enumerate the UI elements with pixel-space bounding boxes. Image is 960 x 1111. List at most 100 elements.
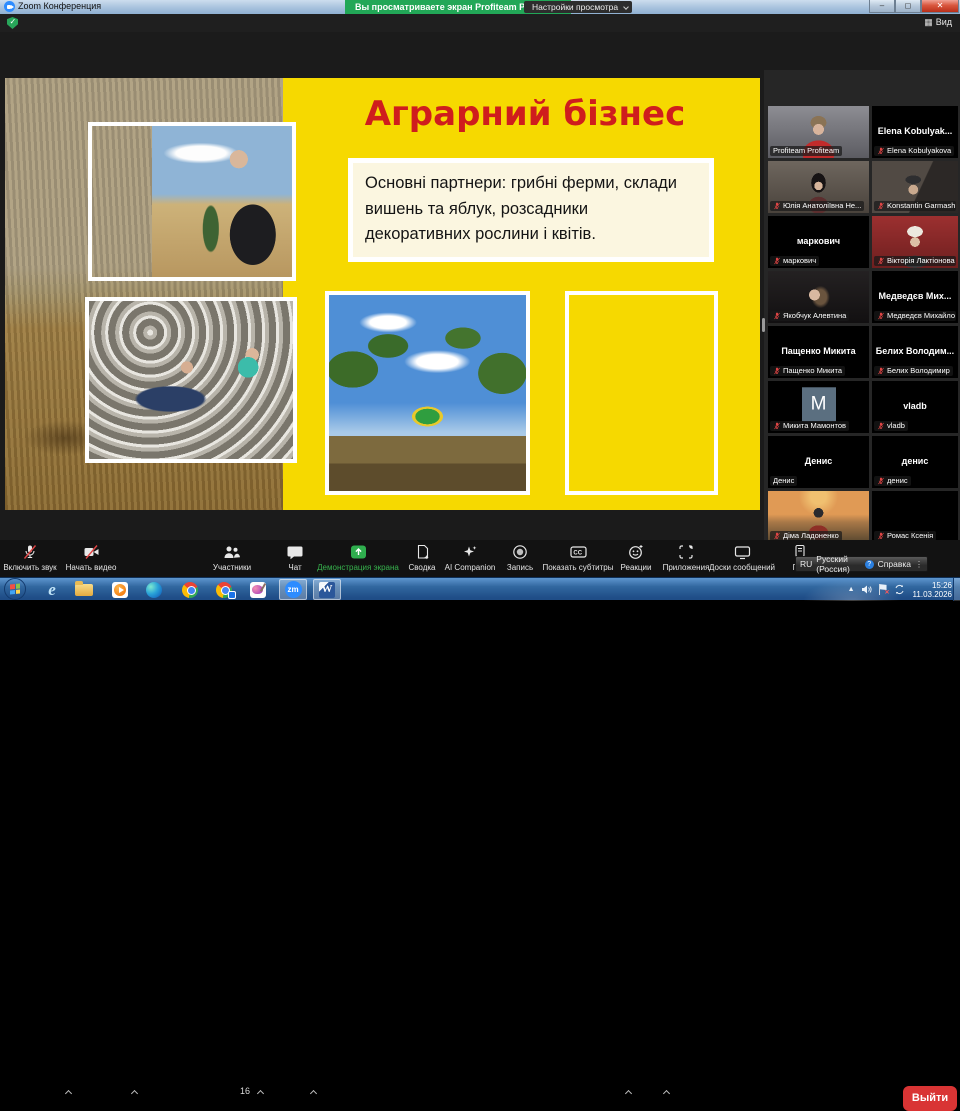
participants-count: 16 [240,1086,250,1096]
participant-tile-pashchenko[interactable]: Пащенко Микита Пащенко Микита [768,326,869,378]
participant-tile-markovich[interactable]: маркович маркович [768,216,869,268]
reactions-chevron[interactable] [664,1089,670,1095]
clock-time: 15:26 [932,581,952,590]
participant-tile-romas[interactable]: Ромас Ксенія [872,491,958,543]
participant-tile-mamontov[interactable]: M Микита Мамонтов [768,381,869,433]
participant-tile-yakobchuk[interactable]: Якобчук Алевтина [768,271,869,323]
muted-mic-icon [877,202,885,210]
minimize-button[interactable]: – [869,0,895,13]
participant-name-center: Медведєв Мих... [872,291,958,301]
video-options-chevron[interactable] [132,1089,138,1095]
participant-label: Elena Kobulyakova [887,146,951,156]
taskbar-paint[interactable] [244,579,272,600]
taskbar-internet-explorer[interactable]: e [38,579,66,600]
help-icon[interactable]: ? [865,560,874,569]
participant-name-center: Пащенко Микита [768,346,869,356]
captions-chevron[interactable] [626,1089,632,1095]
muted-mic-icon [877,312,885,320]
taskbar-word-active[interactable]: W [313,579,341,600]
girl-planting-photo [88,122,296,281]
share-screen-button[interactable]: Демонстрация экрана [312,543,404,575]
taskbar-chrome-profile[interactable] [210,579,238,600]
start-button[interactable] [4,578,26,600]
security-shield-icon[interactable] [7,17,18,29]
participant-tile-konstantin[interactable]: Konstantin Garmash [872,161,958,213]
language-code[interactable]: RU [800,559,812,569]
help-label[interactable]: Справка [878,559,911,569]
panel-scrollbar[interactable] [762,318,765,332]
start-video-button[interactable]: Начать видео [59,543,123,575]
internet-explorer-icon: e [48,580,56,600]
show-desktop-button[interactable] [953,578,960,601]
muted-mic-icon [773,367,781,375]
ai-companion-button[interactable]: AI Companion [435,543,505,575]
ai-companion-label: AI Companion [435,563,505,572]
participant-tile-dima[interactable]: Діма Ладоненко [768,491,869,543]
participants-button[interactable]: Участники [200,543,264,575]
participant-tile-vladb[interactable]: vladb vladb [872,381,958,433]
participants-label: Участники [200,563,264,572]
windows-logo-icon [10,583,20,594]
mic-muted-icon [1,544,59,562]
grid-view-icon: ▦ [924,17,933,28]
participant-label: Юлія Анатоліївна Не... [783,201,861,211]
language-bar-menu-icon[interactable]: ⋮ [915,560,923,569]
participants-icon [200,544,264,562]
sync-icon[interactable] [894,584,905,595]
captions-label: Показать субтитры [535,563,621,572]
muted-mic-icon [773,202,781,210]
media-player-icon [112,582,128,598]
chrome-profile-badge [228,591,236,599]
taskbar-zoom-active[interactable]: zm [279,579,307,600]
muted-mic-icon [773,312,781,320]
hidden-icons-arrow[interactable]: ▲ [848,586,855,593]
system-tray: ▲ 15:2611.03.2026 [848,578,952,601]
view-settings-button[interactable]: Настройки просмотра [524,1,632,13]
view-layout-button[interactable]: ▦Вид [924,17,952,28]
maximize-button[interactable]: ◻ [895,0,921,13]
participant-tile-denis-2[interactable]: денис денис [872,436,958,488]
participants-chevron[interactable] [258,1089,264,1095]
language-bar[interactable]: RU Русский (Россия) ? Справка ⋮ [795,556,928,572]
shared-screen-area: Аграрний бізнес Основні партнери: грибні… [0,32,960,540]
mic-options-chevron[interactable] [66,1089,72,1095]
participant-tile-denis-1[interactable]: Денис Денис [768,436,869,488]
chat-button[interactable]: Чат [275,543,315,575]
participant-tile-profiteam[interactable]: Profiteam Profiteam [768,106,869,158]
participant-tile-viktoria[interactable]: Вікторія Лактіонова [872,216,958,268]
taskbar-media-player[interactable] [106,579,134,600]
participant-label: маркович [783,256,816,266]
participant-tile-elena[interactable]: Elena Kobulyak... Elena Kobulyakova [872,106,958,158]
participant-label: денис [887,476,908,486]
ai-sparkle-icon [435,544,505,562]
participant-tile-yulia[interactable]: Юлія Анатоліївна Не... [768,161,869,213]
leave-meeting-button[interactable]: Выйти [903,1086,957,1111]
language-name[interactable]: Русский (Россия) [816,554,860,574]
participant-label: vladb [887,421,905,431]
unmute-button[interactable]: Включить звук [1,543,59,575]
speaker-icon[interactable] [861,584,872,595]
muted-mic-icon [877,532,885,540]
share-screen-icon [312,544,404,562]
taskbar-file-explorer[interactable] [70,579,98,600]
participant-tile-belykh[interactable]: Белих Володим... Белих Володимир [872,326,958,378]
participant-label: Якобчук Алевтина [783,311,846,321]
participant-avatar: M [802,387,836,421]
taskbar-edge[interactable] [140,579,168,600]
muted-mic-icon [877,147,885,155]
taskbar-chrome[interactable] [176,579,204,600]
close-button[interactable]: ✕ [921,0,959,13]
whiteboards-button[interactable]: Доски сообщений [700,543,784,575]
chat-chevron[interactable] [311,1089,317,1095]
participant-label: Пащенко Микита [783,366,842,376]
action-center-flag-icon[interactable] [878,584,888,595]
participant-name-center: Elena Kobulyak... [872,126,958,136]
svg-text:CC: CC [573,551,582,557]
meeting-top-strip: ▦Вид [0,14,960,32]
captions-button[interactable]: CC Показать субтитры [535,543,621,575]
participant-tile-medvedev[interactable]: Медведєв Мих... Медведєв Михайло ... [872,271,958,323]
zoom-app-icon [4,1,15,12]
taskbar-clock[interactable]: 15:2611.03.2026 [913,581,952,599]
participant-label: Profiteam Profiteam [773,146,839,156]
muted-mic-icon [877,367,885,375]
